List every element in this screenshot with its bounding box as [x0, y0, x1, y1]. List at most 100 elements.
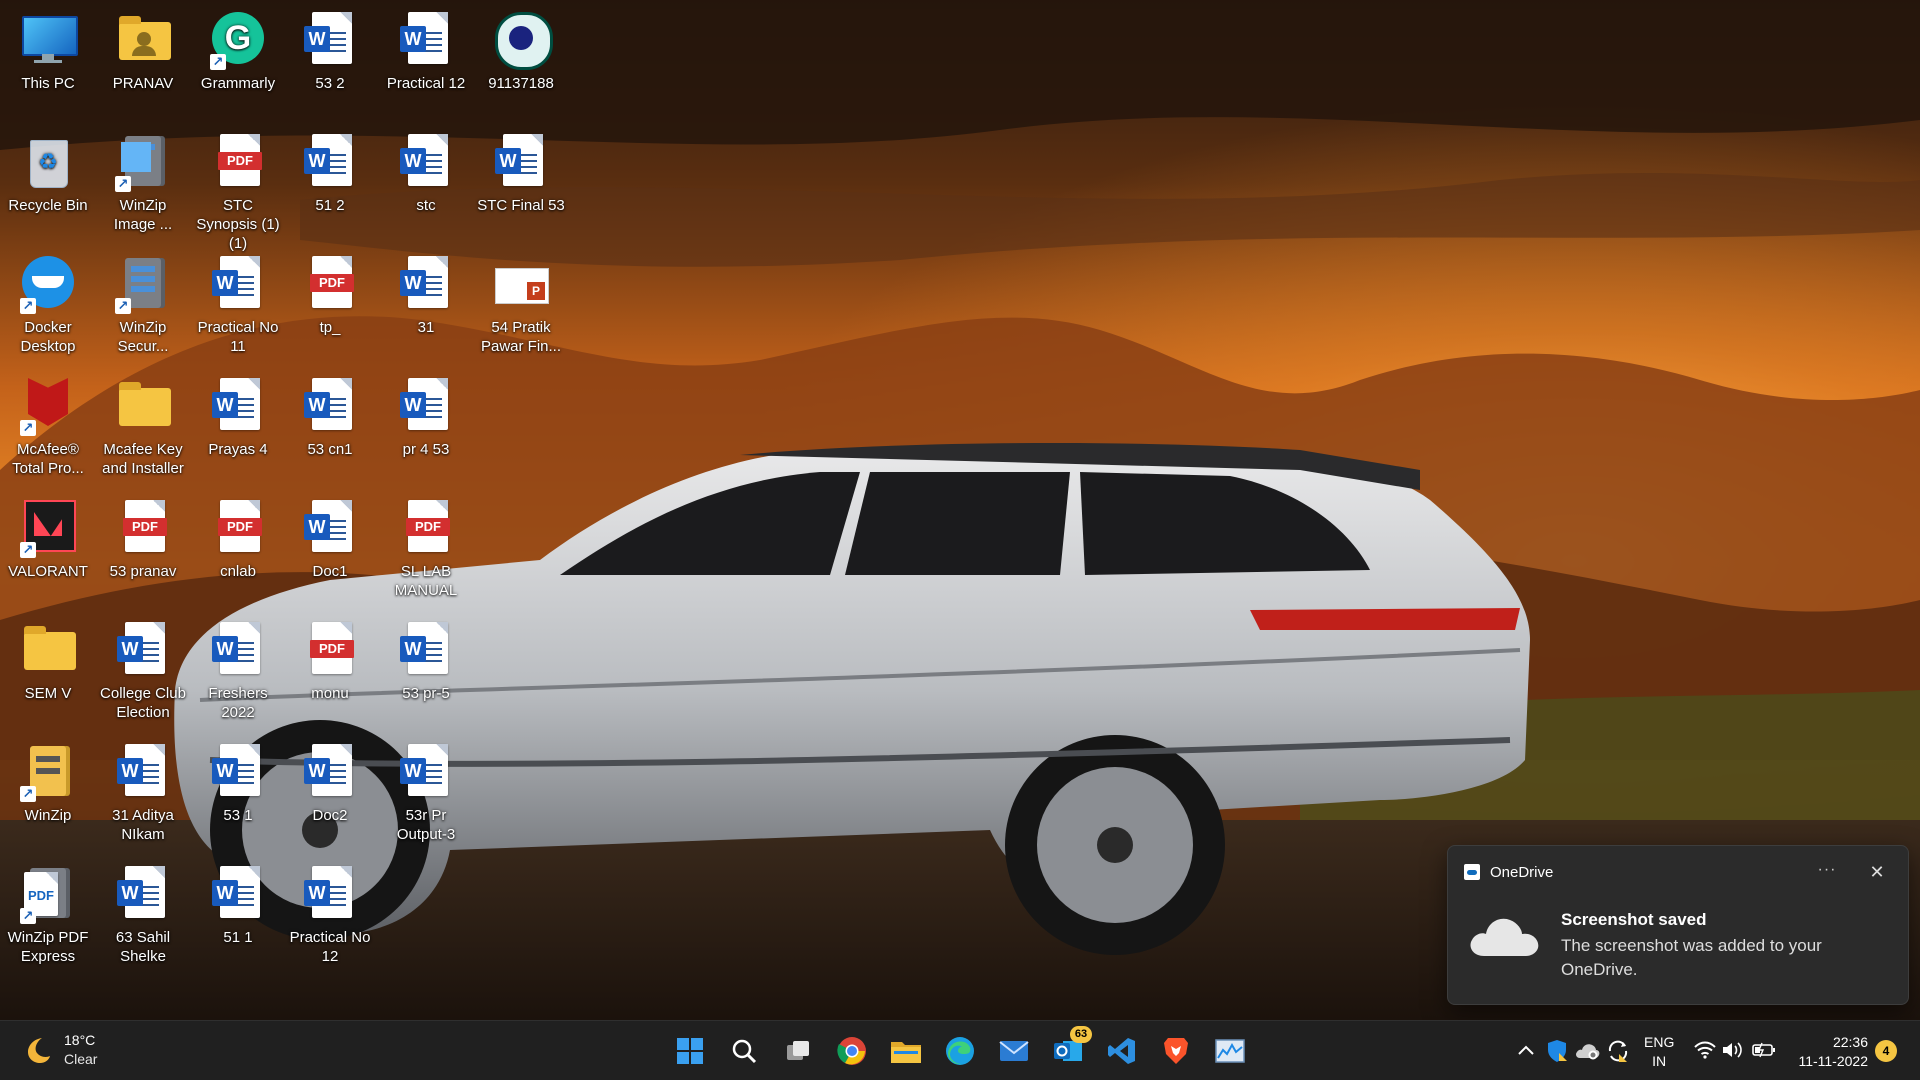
desktop-icon[interactable]: ↗ Docker Desktop — [0, 248, 96, 366]
sync-icon[interactable] — [1606, 1040, 1630, 1062]
volume-icon[interactable] — [1722, 1041, 1744, 1059]
desktop-icon-label: stc — [416, 197, 436, 214]
search-button[interactable] — [722, 1029, 766, 1073]
desktop-icon-label: 91137188 — [488, 75, 554, 92]
desktop-icon[interactable]: 91137188 — [473, 4, 569, 122]
folder-icon — [18, 620, 78, 680]
mail-button[interactable] — [992, 1029, 1036, 1073]
desktop-icon-label: 51 2 — [315, 197, 345, 214]
pdf-icon: PDF — [208, 498, 268, 558]
desktop-icon[interactable]: W 63 Sahil Shelke — [95, 858, 191, 976]
word-icon: W — [300, 10, 360, 70]
desktop-icon[interactable]: W 53 pr-5 — [378, 614, 474, 732]
desktop-icon[interactable]: W 31 — [378, 248, 474, 366]
desktop-icon[interactable]: W Practical 12 — [378, 4, 474, 122]
battery-icon[interactable] — [1752, 1042, 1776, 1058]
folder-icon — [891, 1042, 921, 1063]
word-icon: W — [396, 10, 456, 70]
pdf-icon: PDF — [396, 498, 456, 558]
desktop-icon-label: Freshers 2022 — [208, 685, 268, 721]
defender-shield-icon[interactable] — [1546, 1039, 1568, 1063]
mcafee-icon: ↗ — [18, 376, 78, 436]
desktop-icon[interactable]: Mcafee Key and Installer — [95, 370, 191, 488]
desktop-icon[interactable]: ↗ WinZip Image ... — [95, 126, 191, 244]
desktop-icon[interactable]: W Practical No 11 — [190, 248, 286, 366]
task-view-button[interactable] — [776, 1029, 820, 1073]
desktop-icon[interactable]: ↗ WinZip — [0, 736, 96, 854]
wifi-icon[interactable] — [1694, 1041, 1716, 1059]
onedrive-tray-icon[interactable] — [1574, 1041, 1600, 1061]
desktop-icon[interactable]: W 31 Aditya NIkam — [95, 736, 191, 854]
monitor-app-button[interactable] — [1208, 1029, 1252, 1073]
desktop-icon[interactable]: W College Club Election — [95, 614, 191, 732]
desktop-icon[interactable]: PDF ↗ WinZip PDF Express — [0, 858, 96, 976]
desktop-icon-label: 54 Pratik Pawar Fin... — [480, 319, 562, 355]
desktop-icon[interactable]: PDF monu — [282, 614, 378, 732]
brave-button[interactable] — [1154, 1029, 1198, 1073]
clock[interactable]: 22:36 11-11-2022 — [1790, 1033, 1868, 1071]
show-hidden-icons-chevron-icon[interactable] — [1517, 1043, 1535, 1057]
winzip-image-icon: ↗ — [113, 132, 173, 192]
desktop-icon[interactable]: W 51 2 — [282, 126, 378, 244]
input-language-indicator[interactable]: ENG IN — [1644, 1033, 1674, 1071]
desktop-icon[interactable]: W Doc2 — [282, 736, 378, 854]
desktop-icon[interactable]: Wpr 4 53 — [378, 370, 474, 488]
valorant-icon: ↗ — [18, 498, 78, 558]
desktop-icon[interactable]: W Practical No 12 — [282, 858, 378, 976]
chrome-button[interactable] — [830, 1029, 874, 1073]
mail-icon — [999, 1041, 1029, 1061]
outlook-button[interactable]: 63 — [1046, 1026, 1092, 1073]
desktop-icon[interactable]: W 53 2 — [282, 4, 378, 122]
file-explorer-button[interactable] — [884, 1029, 928, 1073]
recycle-bin-icon: ♻ — [18, 132, 78, 192]
search-icon — [732, 1039, 757, 1064]
notification-center-badge[interactable]: 4 — [1875, 1040, 1897, 1062]
desktop-icon[interactable]: ♻ Recycle Bin — [0, 126, 96, 244]
desktop-icon[interactable]: PDF 53 pranav — [95, 492, 191, 610]
taskbar-pinned-apps: 63 — [663, 1026, 1257, 1073]
vscode-button[interactable] — [1100, 1029, 1144, 1073]
desktop-icon-label: 31 Aditya NIkam — [112, 807, 174, 843]
desktop-icon[interactable]: W Doc1 — [282, 492, 378, 610]
desktop-icon[interactable]: W 51 1 — [190, 858, 286, 976]
desktop-icon[interactable]: ↗ McAfee® Total Pro... — [0, 370, 96, 488]
word-icon: W — [208, 254, 268, 314]
desktop-icon[interactable]: G ↗ Grammarly — [190, 4, 286, 122]
language-code: ENG — [1644, 1034, 1675, 1050]
docker-icon: ↗ — [18, 254, 78, 314]
toast-close-button[interactable]: ✕ — [1864, 859, 1890, 885]
word-icon: W — [300, 132, 360, 192]
desktop-icon[interactable]: This PC — [0, 4, 96, 122]
desktop-icon-label: cnlab — [220, 563, 256, 580]
desktop-icon[interactable]: W 53r Pr Output-3 — [378, 736, 474, 854]
desktop-icon[interactable]: PDF tp_ — [282, 248, 378, 366]
desktop-icon[interactable]: P 54 Pratik Pawar Fin... — [473, 248, 569, 366]
desktop-icon[interactable]: ↗ WinZip Secur... — [95, 248, 191, 366]
desktop-icon[interactable]: SEM V — [0, 614, 96, 732]
desktop-icon[interactable]: PDF SL LAB MANUAL — [378, 492, 474, 610]
moon-weather-icon — [28, 1038, 50, 1063]
desktop-icon-label: Doc1 — [312, 563, 348, 580]
edge-button[interactable] — [938, 1029, 982, 1073]
desktop-icon-label: Practical No 11 — [197, 319, 279, 355]
weather-widget[interactable]: 18°C Clear — [22, 1031, 97, 1069]
onedrive-toast-notification[interactable]: OneDrive ··· ✕ Screenshot saved The scre… — [1447, 845, 1909, 1005]
desktop-icon[interactable]: W 53 1 — [190, 736, 286, 854]
desktop-icon[interactable]: ↗ VALORANT — [0, 492, 96, 610]
desktop-icon-label: 51 1 — [223, 929, 253, 946]
desktop-icon[interactable]: Wstc — [378, 126, 474, 244]
desktop-icon[interactable]: W 53 cn1 — [282, 370, 378, 488]
desktop-icon[interactable]: PDF cnlab — [190, 492, 286, 610]
toast-more-options-button[interactable]: ··· — [1814, 859, 1840, 885]
taskbar: 18°C Clear 63 ENG IN 22:36 11-11-2022 4 — [0, 1020, 1920, 1080]
desktop-icon[interactable]: W Freshers 2022 — [190, 614, 286, 732]
start-button[interactable] — [668, 1029, 712, 1073]
desktop-icon-label: McAfee® Total Pro... — [12, 441, 84, 477]
desktop-icon-label: WinZip — [24, 807, 72, 824]
desktop-icon[interactable]: PDF STC Synopsis (1) (1) — [190, 126, 286, 252]
desktop-icon[interactable]: W Prayas 4 — [190, 370, 286, 488]
desktop-icon[interactable]: W STC Final 53 — [473, 126, 569, 244]
word-icon: W — [491, 132, 551, 192]
pdf-icon: PDF — [113, 498, 173, 558]
desktop-icon[interactable]: PRANAV — [95, 4, 191, 122]
